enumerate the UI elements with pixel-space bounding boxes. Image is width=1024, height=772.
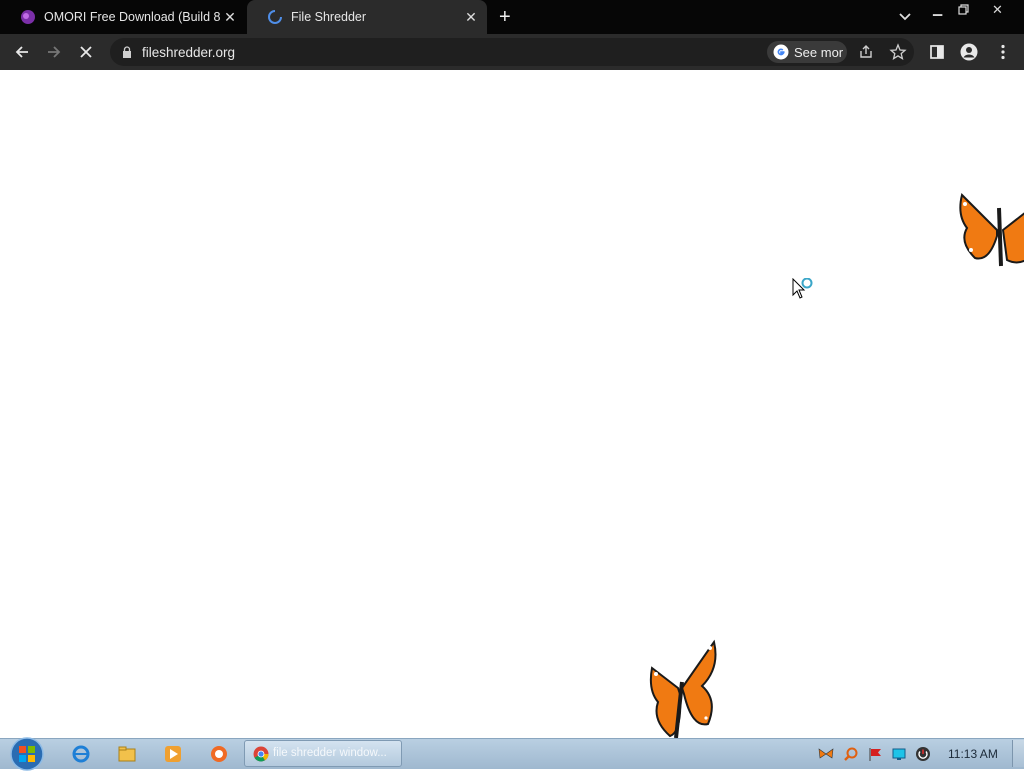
browser-toolbar: fileshredder.org See mor [0,34,1024,70]
media-player-icon[interactable] [164,745,182,763]
search-tray-icon[interactable] [843,746,859,762]
taskbar-clock[interactable]: 11:13 AM [948,747,998,761]
close-window-icon[interactable]: ✕ [992,2,1003,18]
chrome-icon [253,746,269,762]
butterfly-image [648,638,718,738]
google-see-more-chip[interactable]: See mor [767,41,847,63]
display-tray-icon[interactable] [891,746,907,762]
share-icon[interactable] [857,43,875,61]
show-desktop-button[interactable] [1012,740,1024,767]
side-panel-icon[interactable] [928,43,946,61]
file-explorer-icon[interactable] [118,745,136,763]
lock-icon[interactable] [122,46,132,58]
forward-arrow-icon[interactable] [45,43,63,61]
restore-icon[interactable] [958,4,970,16]
google-g-icon [773,44,789,60]
profile-avatar-icon[interactable] [960,43,978,61]
back-arrow-icon[interactable] [13,43,31,61]
tab-file-shredder[interactable]: File Shredder ✕ [247,0,487,34]
minimize-icon[interactable]: ▁ [933,2,942,16]
butterfly-image [957,190,1024,272]
taskbar-item-label: file shredder window... [273,747,387,759]
app-launcher-icon[interactable] [210,745,228,763]
taskbar-item-chrome[interactable]: file shredder window... [244,740,402,767]
omori-favicon-icon [20,9,36,25]
web-page-viewport[interactable] [0,70,1024,738]
busy-cursor-icon [792,278,822,304]
kebab-menu-icon[interactable] [994,43,1012,61]
tab-title: OMORI Free Download (Build 88 [44,10,220,24]
flag-tray-icon[interactable] [867,746,883,762]
tab-strip: OMORI Free Download (Build 88 ✕ File Shr… [0,0,1024,34]
tab-omori[interactable]: OMORI Free Download (Build 88 ✕ [0,0,246,34]
internet-explorer-icon[interactable] [72,745,90,763]
close-tab-icon[interactable]: ✕ [220,9,240,26]
stop-loading-icon[interactable] [77,43,95,61]
windows-taskbar: file shredder window... 11:13 AM [0,738,1024,769]
close-tab-icon[interactable]: ✕ [461,9,481,26]
bookmark-star-icon[interactable] [889,43,907,61]
power-tray-icon[interactable] [915,746,931,762]
windows-start-orb-icon[interactable] [9,736,45,772]
address-bar[interactable]: fileshredder.org See mor [110,38,914,66]
see-more-label: See mor [794,45,843,60]
loading-spinner-icon [267,9,283,25]
tab-search-chevron-icon[interactable] [897,8,913,24]
url-text[interactable]: fileshredder.org [142,45,235,60]
butterfly-tray-icon[interactable] [818,746,834,762]
new-tab-button[interactable]: + [499,7,511,27]
tab-title: File Shredder [291,10,461,24]
